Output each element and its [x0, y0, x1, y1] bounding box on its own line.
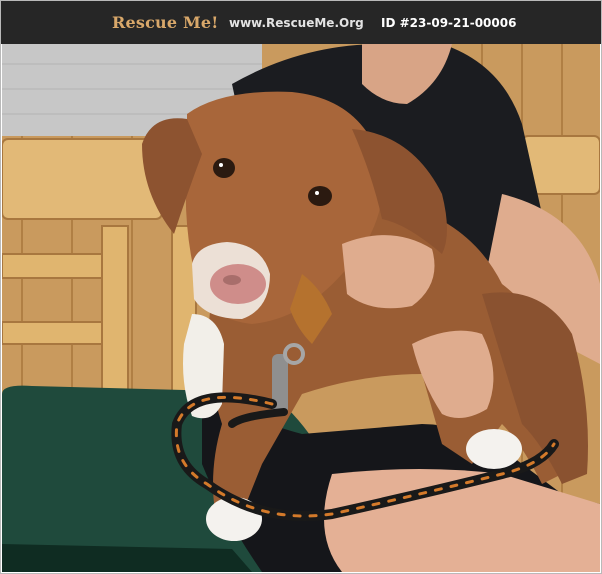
header-bar: Rescue Me! www.RescueMe.Org ID #23-09-21… — [1, 1, 601, 44]
site-url[interactable]: www.RescueMe.Org — [229, 16, 364, 30]
listing-frame: Rescue Me! www.RescueMe.Org ID #23-09-21… — [0, 0, 602, 574]
brand-logo[interactable]: Rescue Me! — [112, 13, 219, 32]
pet-id: ID #23-09-21-00006 — [381, 16, 517, 30]
pet-photo — [2, 44, 600, 572]
